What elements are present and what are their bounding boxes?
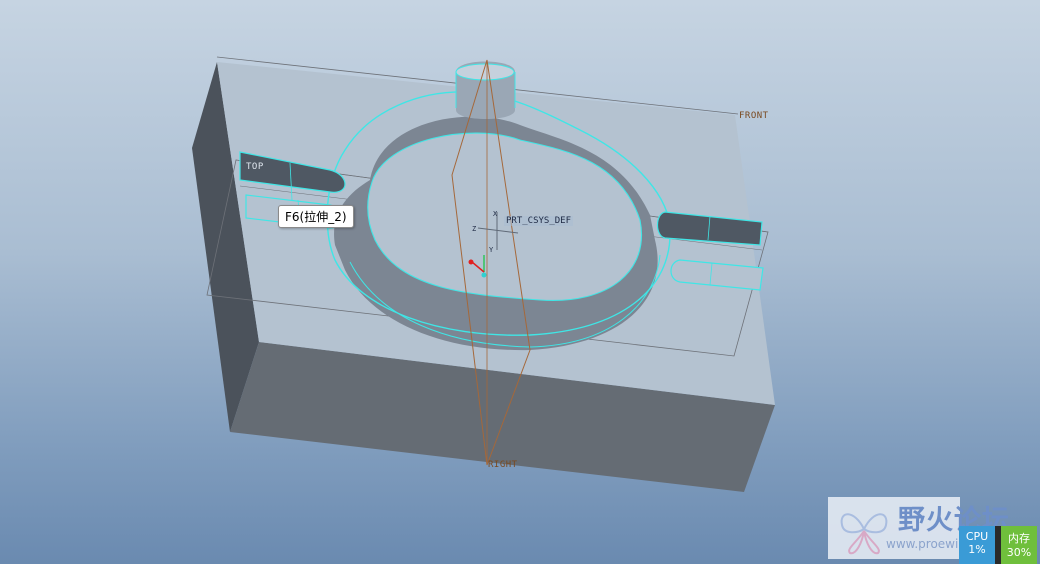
csys-axis-z-label: Z	[472, 225, 477, 233]
datum-label-right[interactable]: RIGHT	[488, 460, 518, 470]
datum-label-top[interactable]: TOP	[246, 162, 264, 172]
cpu-label: CPU	[965, 530, 989, 543]
csys-axis-x-label: X	[493, 210, 498, 218]
cpu-value: 1%	[968, 543, 986, 556]
csys-label[interactable]: PRT_CSYS_DEF	[504, 216, 574, 226]
butterfly-logo-icon	[840, 513, 888, 555]
memory-value: 30%	[1006, 546, 1032, 559]
feature-tooltip: F6(拉伸_2)	[278, 205, 354, 228]
datum-label-front[interactable]: FRONT	[739, 111, 769, 121]
memory-meter: 内存 30%	[1001, 526, 1037, 564]
model-viewport[interactable]	[0, 0, 1040, 564]
csys-axis-y-label: Y	[489, 246, 494, 254]
cpu-meter: CPU 1%	[959, 526, 995, 564]
memory-label: 内存	[1008, 532, 1030, 545]
